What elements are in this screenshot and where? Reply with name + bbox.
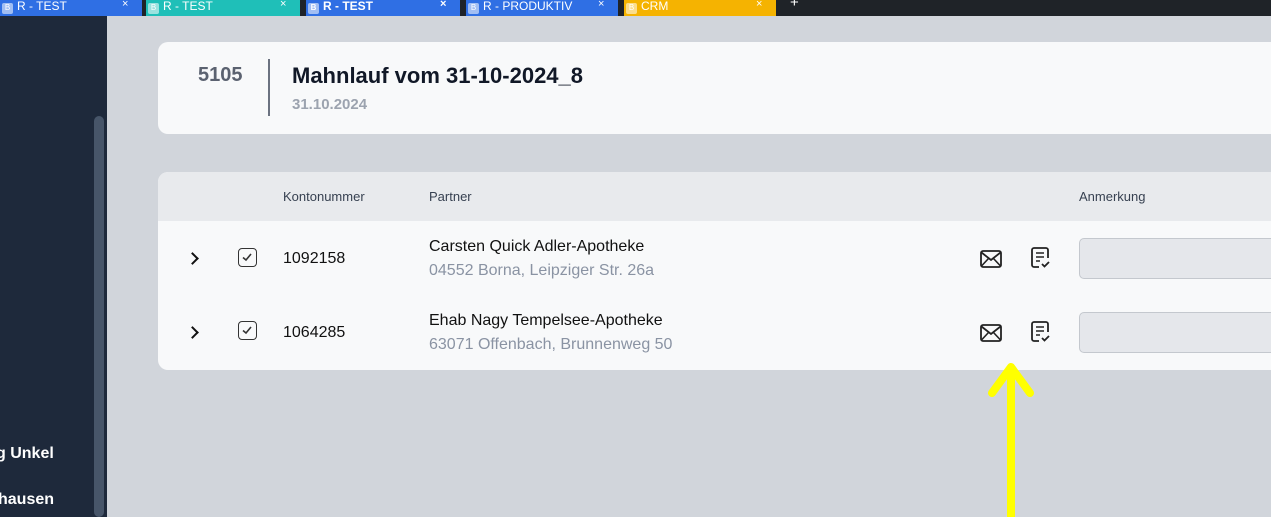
mail-icon[interactable] <box>978 246 1004 272</box>
page-title: Mahnlauf vom 31-10-2024_8 <box>292 63 584 88</box>
tab-r-test-active[interactable]: B R - TEST × <box>306 0 460 16</box>
partner-address: 04552 Borna, Leipziger Str. 26a <box>429 262 655 279</box>
close-icon[interactable]: × <box>756 0 762 10</box>
column-header-anmerkung: Anmerkung <box>1079 189 1146 204</box>
arrow-up-icon <box>988 363 1034 517</box>
tab-r-test-1[interactable]: B R - TEST × <box>0 0 142 16</box>
row-checkbox[interactable] <box>238 248 257 267</box>
tab-label: R - TEST <box>323 0 373 13</box>
dunning-table: Kontonummer Partner Anmerkung 1092158 Ca… <box>158 172 1271 370</box>
close-icon[interactable]: × <box>280 0 286 10</box>
row-checkbox[interactable] <box>238 321 257 340</box>
tab-label: R - PRODUKTIV <box>483 0 573 13</box>
account-number: 1064285 <box>283 324 346 341</box>
browser-tab-bar: B R - TEST × B R - TEST × B R - TEST × B… <box>0 0 1271 16</box>
tab-label: R - TEST <box>17 0 67 13</box>
favicon-icon: B <box>626 2 637 14</box>
mail-icon[interactable] <box>978 320 1004 346</box>
sidebar: g Unkel hausen <box>0 16 107 517</box>
close-icon[interactable]: × <box>598 0 604 10</box>
tab-r-test-2[interactable]: B R - TEST × <box>146 0 300 16</box>
document-check-icon[interactable] <box>1028 245 1054 271</box>
dunning-run-number: 5105 <box>198 64 243 86</box>
partner-name: Carsten Quick Adler-Apotheke <box>429 238 645 255</box>
tab-label: R - TEST <box>163 0 213 13</box>
partner-address: 63071 Offenbach, Brunnenweg 50 <box>429 336 673 353</box>
column-header-konto: Kontonummer <box>283 189 365 204</box>
expand-chevron-icon[interactable] <box>186 252 199 265</box>
tab-crm[interactable]: B CRM × <box>624 0 776 16</box>
close-icon[interactable]: × <box>122 0 128 10</box>
remark-input[interactable] <box>1079 238 1271 279</box>
new-tab-button[interactable]: + <box>790 0 799 11</box>
partner-name: Ehab Nagy Tempelsee-Apotheke <box>429 312 663 329</box>
favicon-icon: B <box>308 2 319 14</box>
table-row: 1092158 Carsten Quick Adler-Apotheke 045… <box>158 221 1271 295</box>
dunning-run-header: 5105 Mahnlauf vom 31-10-2024_8 31.10.202… <box>158 42 1271 134</box>
tab-r-produktiv[interactable]: B R - PRODUKTIV × <box>466 0 618 16</box>
column-header-partner: Partner <box>429 189 472 204</box>
table-header: Kontonummer Partner Anmerkung <box>158 172 1271 221</box>
table-row: 1064285 Ehab Nagy Tempelsee-Apotheke 630… <box>158 295 1271 369</box>
remark-input[interactable] <box>1079 312 1271 353</box>
tab-label: CRM <box>641 0 669 13</box>
sidebar-scrollbar[interactable] <box>94 116 104 517</box>
document-check-icon[interactable] <box>1028 319 1054 345</box>
close-icon[interactable]: × <box>440 0 446 10</box>
expand-chevron-icon[interactable] <box>186 326 199 339</box>
header-divider <box>268 59 270 116</box>
account-number: 1092158 <box>283 250 346 267</box>
favicon-icon: B <box>468 2 479 14</box>
dunning-run-date: 31.10.2024 <box>292 96 368 113</box>
sidebar-item[interactable]: hausen <box>0 491 54 509</box>
sidebar-item[interactable]: g Unkel <box>0 445 54 463</box>
favicon-icon: B <box>2 2 13 14</box>
favicon-icon: B <box>148 2 159 14</box>
